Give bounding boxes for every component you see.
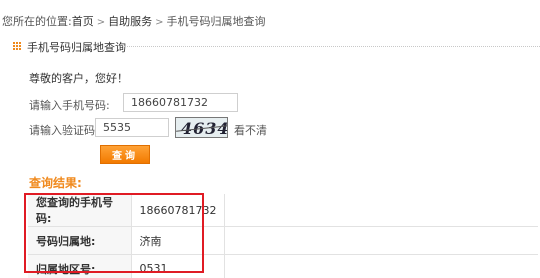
breadcrumb-link-self-service[interactable]: 自助服务 xyxy=(108,15,152,28)
breadcrumb-prefix: 您所在的位置: xyxy=(2,15,72,28)
phone-label: 请输入手机号码: xyxy=(29,99,110,112)
breadcrumb: 您所在的位置:首页 > 自助服务 > 手机号码归属地查询 xyxy=(2,13,266,29)
table-row: 号码归属地: 济南 xyxy=(28,226,538,255)
refresh-captcha-link[interactable]: 看不清 xyxy=(234,122,267,138)
result-key-area-code: 归属地区号: xyxy=(28,254,132,278)
breadcrumb-link-home[interactable]: 首页 xyxy=(72,15,94,28)
captcha-image[interactable]: 4634 xyxy=(175,117,228,138)
result-key-location: 号码归属地: xyxy=(28,226,132,255)
greeting-text: 尊敬的客户，您好！ xyxy=(29,72,128,85)
chevron-right-icon: > xyxy=(155,17,164,28)
result-title: 查询结果: xyxy=(29,176,82,190)
table-row: 您查询的手机号码: 18660781732 xyxy=(28,194,538,227)
breadcrumb-current: 手机号码归属地查询 xyxy=(166,15,266,28)
query-button[interactable]: 查询 xyxy=(100,145,150,164)
result-table: 您查询的手机号码: 18660781732 号码归属地: 济南 归属地区号: 0… xyxy=(28,194,538,278)
section-title: 手机号码归属地查询 xyxy=(27,41,126,54)
result-value-area-code: 0531 xyxy=(131,254,226,278)
result-key-phone: 您查询的手机号码: xyxy=(28,194,132,227)
phone-input[interactable] xyxy=(123,93,238,112)
result-value-phone: 18660781732 xyxy=(131,194,226,227)
chevron-right-icon: > xyxy=(96,17,106,28)
section-header: 手机号码归属地查询 xyxy=(0,38,540,55)
table-row: 归属地区号: 0531 xyxy=(28,254,538,278)
section-divider xyxy=(124,46,540,47)
grid-dots-icon xyxy=(13,42,22,51)
table-cell-empty xyxy=(224,194,538,227)
table-cell-empty xyxy=(224,226,538,255)
table-cell-empty xyxy=(224,254,538,278)
captcha-input[interactable] xyxy=(95,118,169,137)
captcha-label: 请输入验证码: xyxy=(29,124,99,137)
result-value-location: 济南 xyxy=(131,226,226,255)
